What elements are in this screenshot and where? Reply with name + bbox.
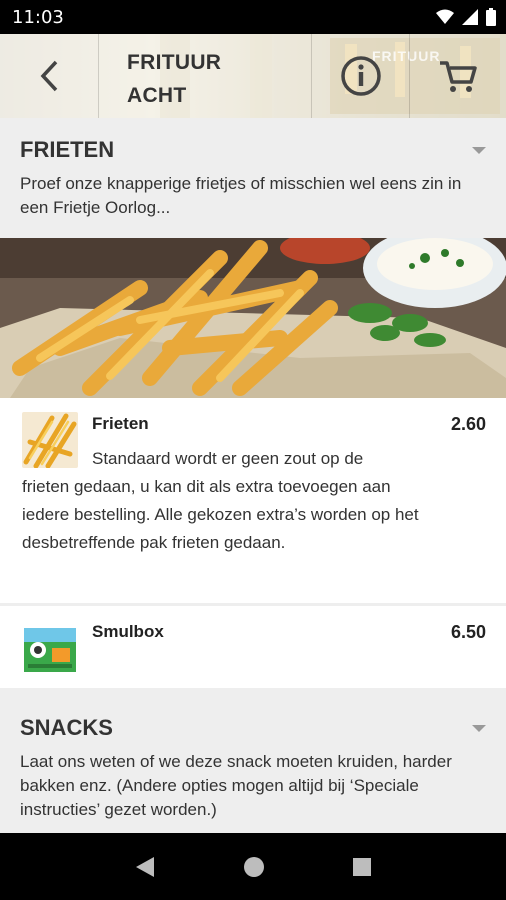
title-line-1: FRITUUR [127,51,222,74]
status-bar: 11:03 [0,0,506,34]
cart-icon [440,61,477,92]
item-description: Standaard wordt er geen zout op de friet… [22,445,432,557]
system-nav-bar [0,833,506,900]
back-arrow-icon [40,60,58,92]
section-title: SNACKS [20,715,113,740]
category-section-frieten[interactable]: FRIETEN Proef onze knapperige frietjes o… [0,118,506,238]
item-price: 6.50 [450,622,486,642]
app-header: FRITUUR FRITUUR ACHT [0,34,506,118]
section-description: Proef onze knapperige frietjes of missch… [20,174,462,217]
status-icons [436,8,496,26]
status-time: 11:03 [12,7,64,28]
wifi-icon [436,9,454,24]
item-description-line: Standaard wordt er geen zout op de [92,449,364,468]
back-button[interactable] [0,34,98,118]
restaurant-title: FRITUUR ACHT [127,46,307,112]
item-thumbnail [22,620,78,676]
battery-icon [486,8,496,26]
title-line-2: ACHT [127,84,187,107]
fries-photo [0,238,506,398]
menu-item-frieten[interactable]: Frieten 2.60 Standaard wordt er geen zou… [0,398,506,603]
category-section-snacks[interactable]: SNACKS Laat ons weten of we deze snack m… [0,690,506,833]
fries-hero-image [0,238,506,398]
item-description-rest: frieten gedaan, u kan dit als extra toev… [22,477,419,552]
nav-recents-icon[interactable] [352,857,372,877]
section-description: Laat ons weten of we deze snack moeten k… [20,752,452,819]
info-icon [341,56,381,96]
signal-icon [462,9,478,25]
info-button[interactable] [312,34,410,118]
nav-home-icon[interactable] [243,856,265,878]
dropdown-arrow-icon[interactable] [472,146,486,154]
item-name: Smulbox [92,622,164,641]
cart-button[interactable] [410,34,506,118]
item-price: 2.60 [450,414,486,434]
header-divider [98,34,99,118]
section-title: FRIETEN [20,137,115,162]
dropdown-arrow-icon[interactable] [472,724,486,732]
menu-item-smulbox[interactable]: Smulbox 6.50 [0,606,506,688]
item-name: Frieten [92,414,149,433]
nav-back-icon[interactable] [134,855,156,879]
